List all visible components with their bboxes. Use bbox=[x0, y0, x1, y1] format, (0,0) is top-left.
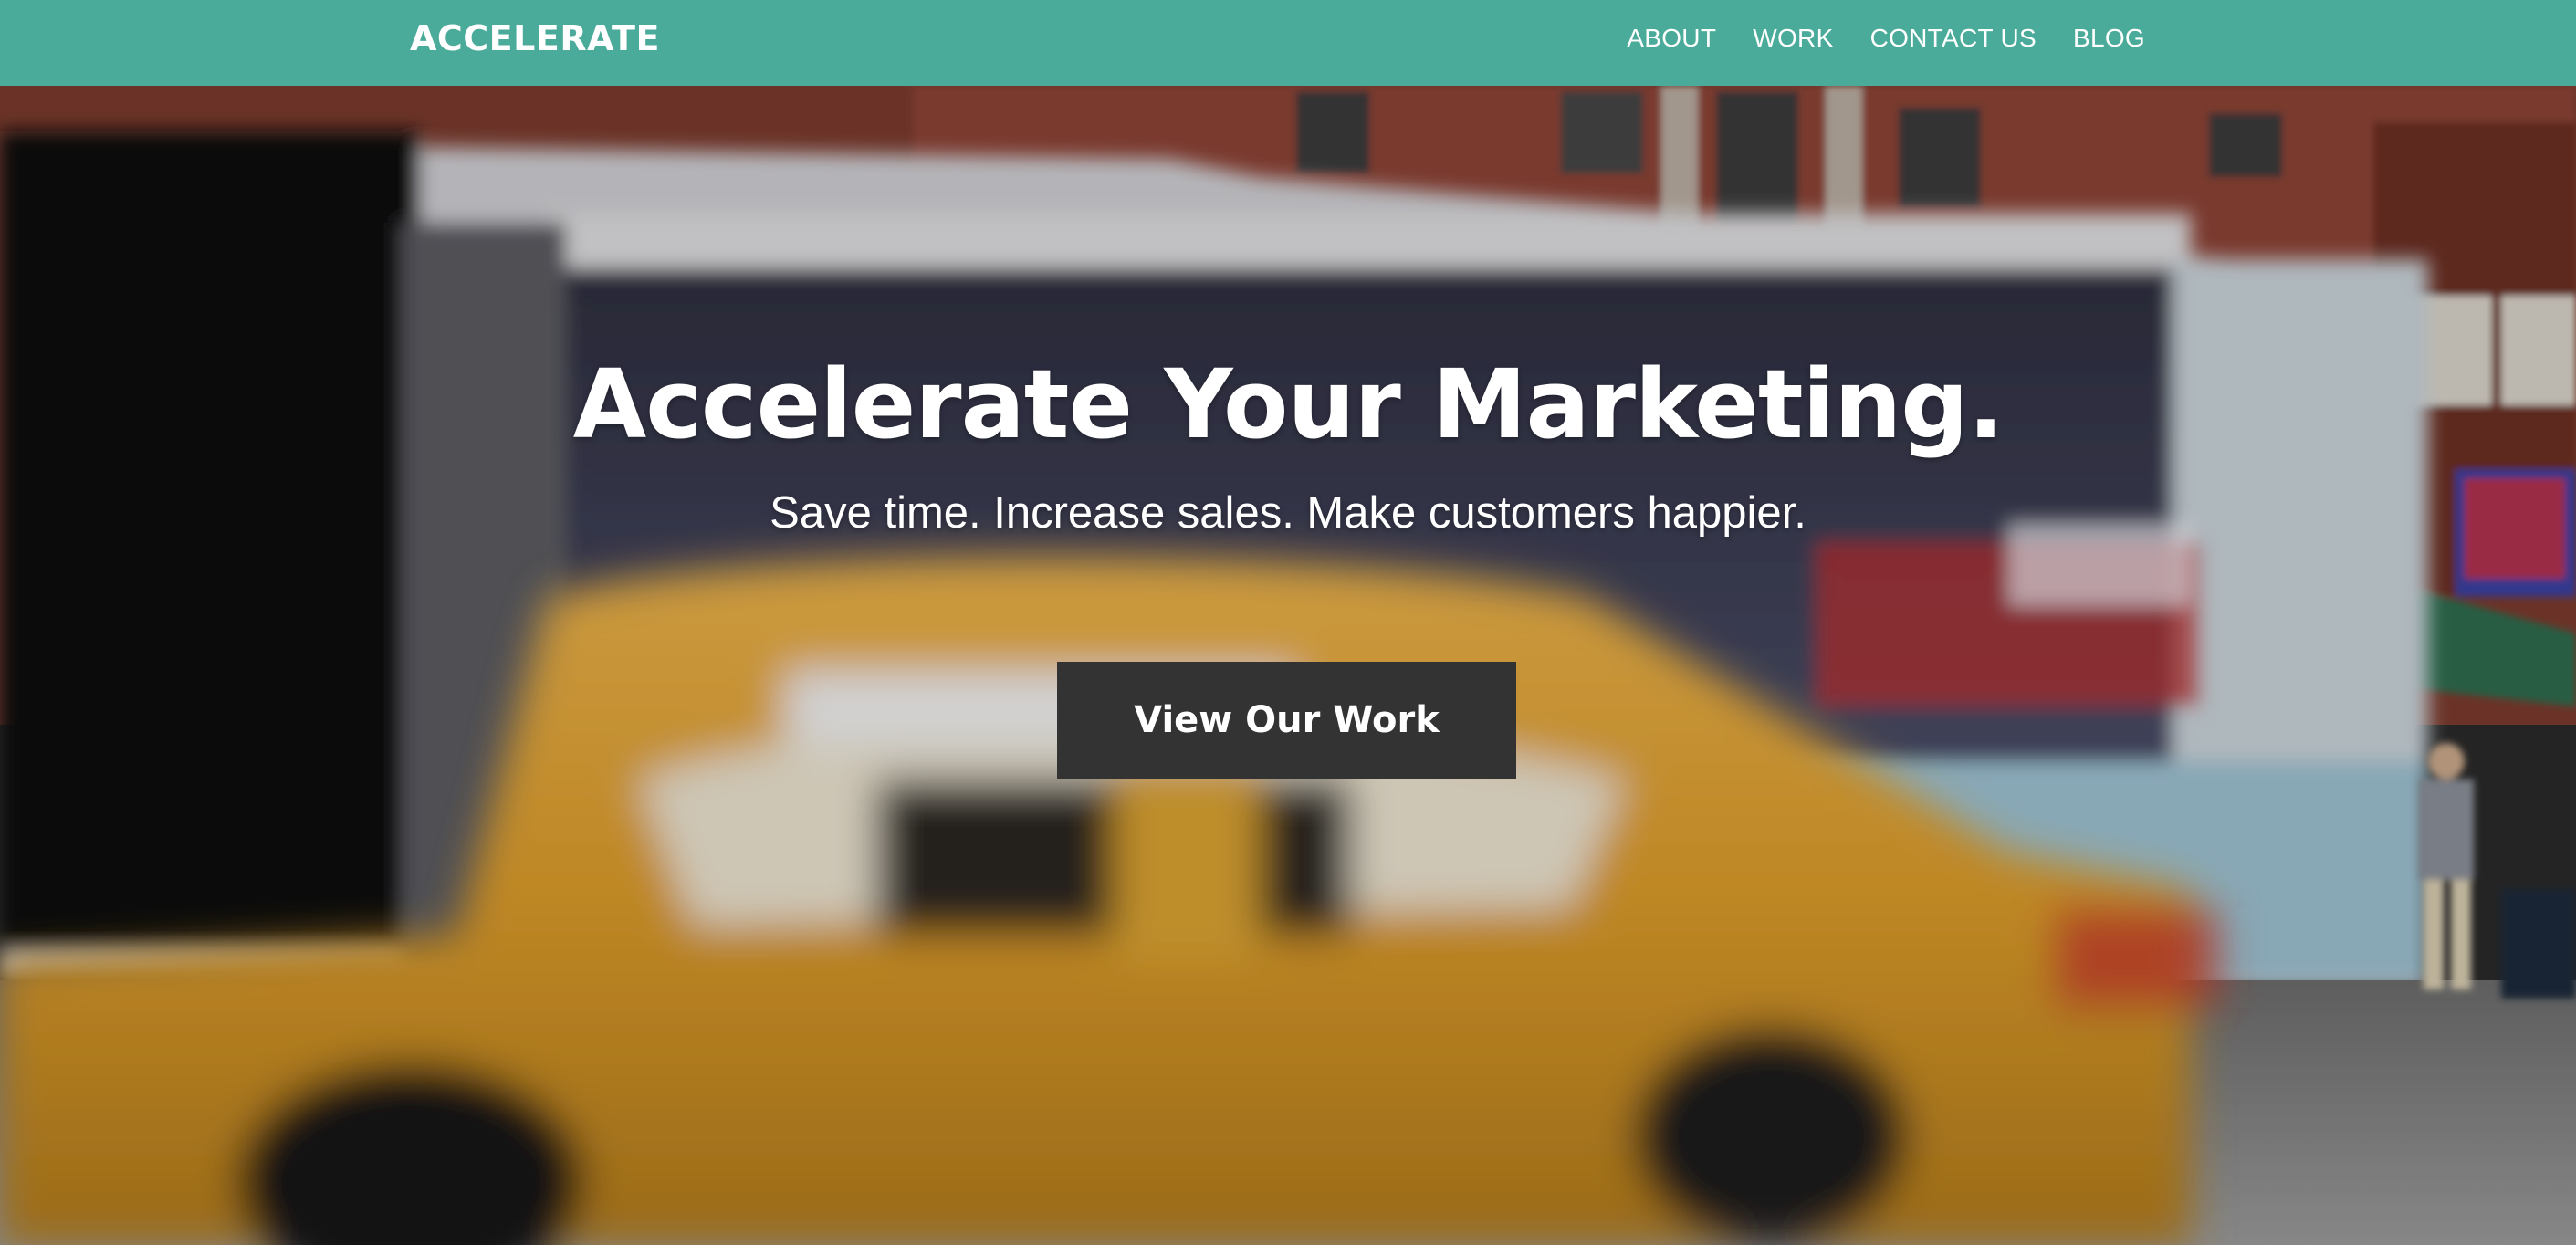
nav-link-work[interactable]: WORK bbox=[1753, 24, 1833, 53]
nav-link-about[interactable]: ABOUT bbox=[1627, 24, 1716, 53]
brand-logo[interactable]: ACCELERATE bbox=[410, 11, 660, 66]
top-navbar: ACCELERATE ABOUT WORK CONTACT US BLOG bbox=[0, 0, 2576, 86]
nav-link-blog[interactable]: BLOG bbox=[2073, 24, 2145, 53]
nav-link-contact[interactable]: CONTACT US bbox=[1870, 24, 2037, 53]
hero-section: Accelerate Your Marketing. Save time. In… bbox=[0, 86, 2576, 1245]
hero-headline: Accelerate Your Marketing. bbox=[572, 349, 2004, 460]
hero-subheadline: Save time. Increase sales. Make customer… bbox=[770, 488, 1806, 538]
main-nav: ABOUT WORK CONTACT US BLOG bbox=[1627, 11, 2145, 66]
view-our-work-button[interactable]: View Our Work bbox=[1057, 662, 1516, 779]
